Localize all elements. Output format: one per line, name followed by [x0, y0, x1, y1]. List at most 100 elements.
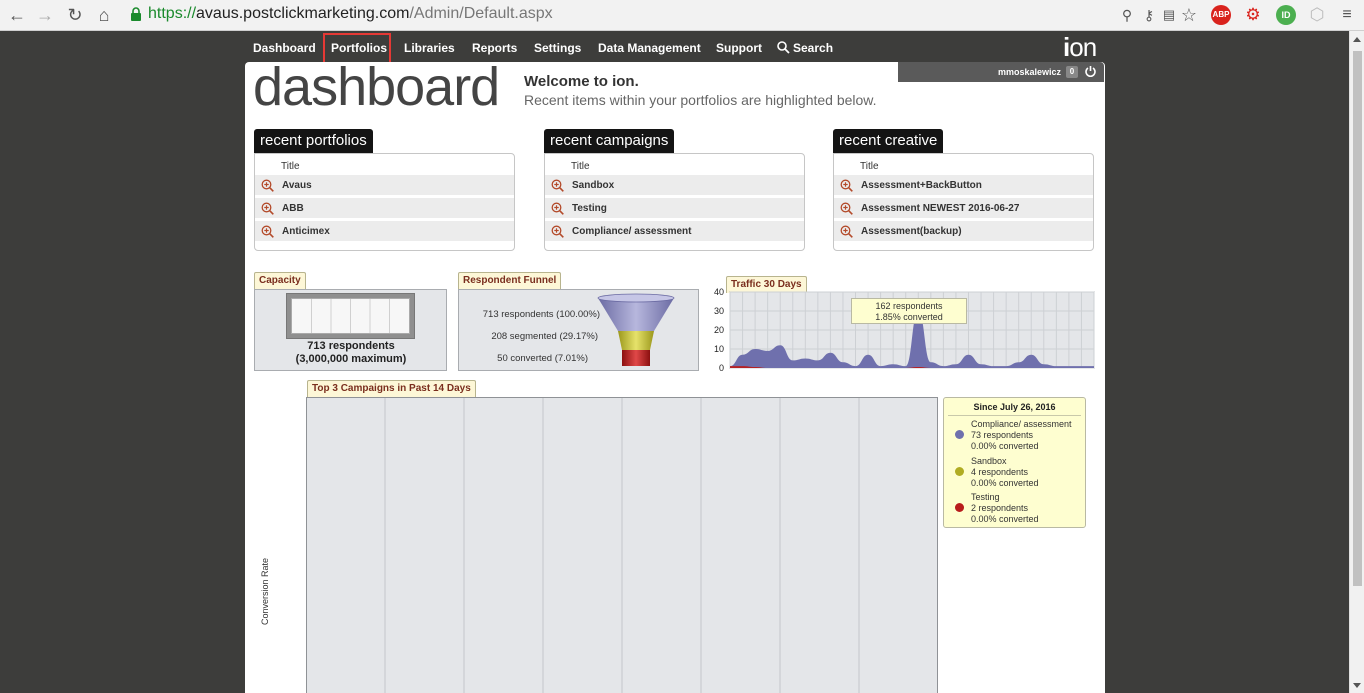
list-item[interactable]: Assessment+BackButton — [834, 175, 1093, 196]
top3-legend: Since July 26, 2016 Compliance/ assessme… — [943, 397, 1086, 528]
list-item-label[interactable]: Compliance/ assessment — [572, 226, 692, 237]
list-item-label[interactable]: Avaus — [282, 180, 312, 191]
zoom-in-icon[interactable] — [840, 225, 853, 238]
key-icon[interactable]: ⚷ — [1138, 4, 1160, 26]
column-title: Title — [281, 161, 300, 172]
zoom-in-icon[interactable] — [840, 179, 853, 192]
zoom-icon[interactable]: ⚲ — [1116, 4, 1138, 26]
legend-item-sandbox: Sandbox 4 respondents 0.00% converted — [971, 456, 1039, 489]
funnel-graphic — [597, 293, 675, 366]
list-item[interactable]: Assessment NEWEST 2016-06-27 — [834, 198, 1093, 219]
top3-y-axis-label: Conversion Rate — [260, 557, 270, 625]
list-item[interactable]: Anticimex — [255, 221, 514, 242]
list-item[interactable]: Testing — [545, 198, 804, 219]
list-item-label[interactable]: Assessment+BackButton — [861, 180, 982, 191]
menu-icon[interactable]: ≡ — [1336, 4, 1358, 26]
back-icon[interactable]: ← — [6, 4, 28, 26]
legend-name: Testing — [971, 492, 1000, 502]
extension-gear-icon[interactable]: ⚙ — [1242, 4, 1264, 26]
reload-icon[interactable]: ↻ — [64, 4, 86, 26]
zoom-in-icon[interactable] — [551, 179, 564, 192]
scroll-thumb[interactable] — [1353, 51, 1362, 586]
zoom-in-icon[interactable] — [840, 202, 853, 215]
funnel-label-converted: 50 converted (7.01%) — [497, 353, 588, 364]
traffic-y-tick-label: 40 — [714, 287, 724, 297]
funnel-stage-respondents — [598, 298, 674, 331]
bookmark-star-icon[interactable]: ☆ — [1178, 4, 1200, 26]
list-item[interactable]: Sandbox — [545, 175, 804, 196]
legend-respondents: 2 respondents — [971, 503, 1029, 513]
legend-item-compliance: Compliance/ assessment 73 respondents 0.… — [971, 419, 1072, 452]
zoom-in-icon[interactable] — [551, 225, 564, 238]
capacity-tab: Capacity — [254, 272, 306, 289]
legend-dot-sandbox — [955, 467, 964, 476]
column-title: Title — [571, 161, 590, 172]
page-title: dashboard — [253, 57, 500, 117]
funnel-stage-converted — [622, 350, 650, 366]
recent-campaigns-tab: recent campaigns — [544, 129, 675, 153]
adblock-icon[interactable]: ABP — [1211, 5, 1231, 25]
funnel-tab: Respondent Funnel — [458, 272, 562, 289]
logo-rest: on — [1069, 32, 1097, 62]
legend-name: Sandbox — [971, 456, 1007, 466]
extension-shield-icon[interactable]: ⬡ — [1306, 4, 1328, 26]
ion-logo: ion — [1063, 32, 1097, 63]
list-item[interactable]: Assessment(backup) — [834, 221, 1093, 242]
capacity-gauge-grid — [311, 299, 390, 333]
traffic-y-tick-label: 20 — [714, 325, 724, 335]
list-item-label[interactable]: Assessment NEWEST 2016-06-27 — [861, 203, 1019, 214]
nav-dashboard[interactable]: Dashboard — [253, 41, 316, 55]
zoom-in-icon[interactable] — [261, 225, 274, 238]
capacity-text: 713 respondents (3,000,000 maximum) — [256, 340, 446, 366]
top3-chart — [306, 397, 938, 693]
zoom-in-icon[interactable] — [551, 202, 564, 215]
zoom-in-icon[interactable] — [261, 179, 274, 192]
user-bar: mmoskalewicz 0 — [898, 62, 1104, 82]
nav-libraries[interactable]: Libraries — [404, 41, 455, 55]
legend-converted: 0.00% converted — [971, 441, 1039, 451]
username[interactable]: mmoskalewicz — [998, 67, 1061, 77]
url-host: avaus.postclickmarketing.com — [196, 5, 410, 22]
url-path: /Admin/Default.aspx — [409, 5, 553, 22]
welcome-subtext: Recent items within your portfolios are … — [524, 92, 877, 108]
legend-respondents: 73 respondents — [971, 430, 1034, 440]
notification-count[interactable]: 0 — [1066, 66, 1078, 78]
list-item[interactable]: Avaus — [255, 175, 514, 196]
list-item-label[interactable]: ABB — [282, 203, 304, 214]
legend-converted: 0.00% converted — [971, 514, 1039, 524]
list-item-label[interactable]: Sandbox — [572, 180, 614, 191]
capacity-gauge — [286, 293, 415, 339]
address-bar[interactable]: https://avaus.postclickmarketing.com/Adm… — [148, 4, 553, 24]
legend-respondents: 4 respondents — [971, 467, 1029, 477]
funnel-top — [597, 293, 675, 303]
search-icon[interactable] — [777, 41, 790, 54]
zoom-in-icon[interactable] — [261, 202, 274, 215]
capacity-maximum: (3,000,000 maximum) — [295, 353, 407, 365]
column-title: Title — [860, 161, 879, 172]
translate-icon[interactable]: ▤ — [1158, 4, 1180, 26]
funnel-label-segmented: 208 segmented (29.17%) — [491, 331, 598, 342]
scroll-up-icon[interactable] — [1353, 37, 1361, 42]
nav-search[interactable]: Search — [793, 41, 833, 55]
list-item[interactable]: ABB — [255, 198, 514, 219]
nav-support[interactable]: Support — [716, 41, 762, 55]
home-icon[interactable]: ⌂ — [93, 4, 115, 26]
scroll-down-icon[interactable] — [1353, 683, 1361, 688]
traffic-tooltip: 162 respondents 1.85% converted — [851, 298, 967, 324]
nav-reports[interactable]: Reports — [472, 41, 517, 55]
recent-portfolios-tab: recent portfolios — [254, 129, 373, 153]
url-protocol: https:// — [148, 5, 197, 22]
funnel-label-respondents: 713 respondents (100.00%) — [482, 309, 600, 320]
legend-dot-testing — [955, 503, 964, 512]
forward-icon[interactable]: → — [34, 4, 56, 26]
power-icon[interactable] — [1084, 65, 1097, 78]
legend-converted: 0.00% converted — [971, 478, 1039, 488]
list-item-label[interactable]: Anticimex — [282, 226, 330, 237]
page-scrollbar[interactable] — [1349, 31, 1364, 693]
extension-id-icon[interactable]: ID — [1276, 5, 1296, 25]
nav-settings[interactable]: Settings — [534, 41, 581, 55]
nav-data-management[interactable]: Data Management — [598, 41, 701, 55]
list-item-label[interactable]: Assessment(backup) — [861, 226, 962, 237]
list-item[interactable]: Compliance/ assessment — [545, 221, 804, 242]
list-item-label[interactable]: Testing — [572, 203, 607, 214]
